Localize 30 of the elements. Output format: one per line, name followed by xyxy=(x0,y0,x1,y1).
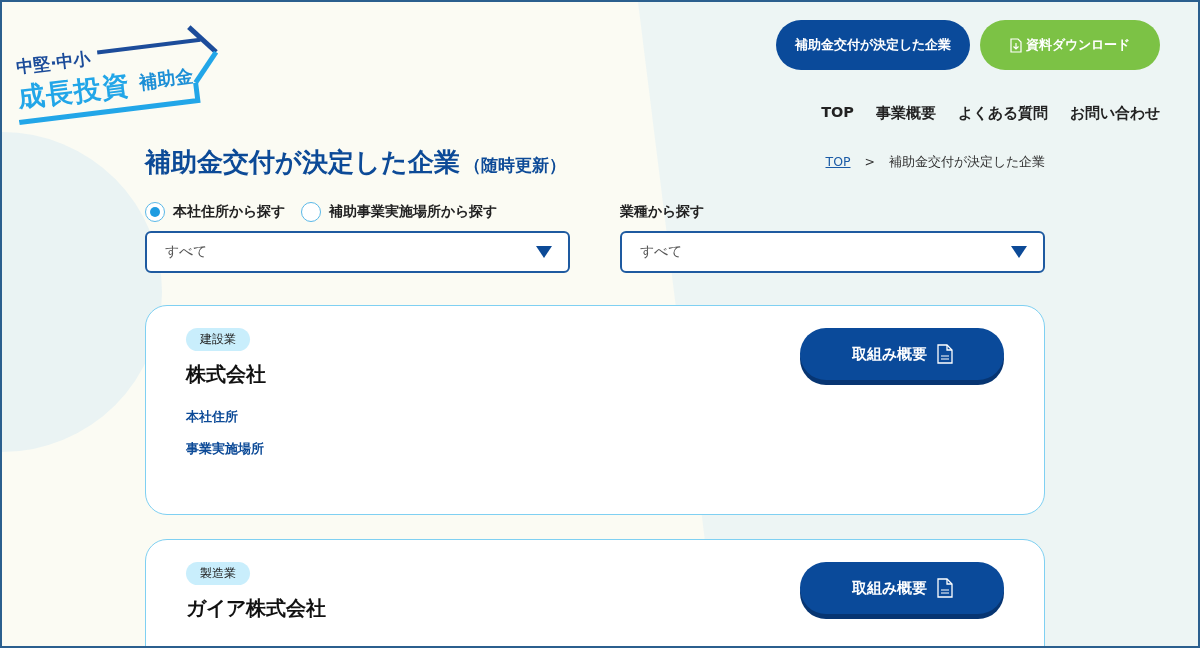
pdf-file-icon xyxy=(936,578,953,598)
radio-button[interactable] xyxy=(301,202,321,222)
page-title: 補助金交付が決定した企業 xyxy=(145,146,460,179)
radio-button[interactable] xyxy=(145,202,165,222)
company-name: 株式会社 xyxy=(186,361,266,388)
breadcrumb-link[interactable]: TOP xyxy=(825,154,851,171)
detail-label: 事業実施場所 xyxy=(186,440,264,458)
title-note: （随時更新） xyxy=(464,154,566,177)
logo-text: 補助金 xyxy=(137,64,195,95)
filter-label: 業種から探す xyxy=(620,202,705,221)
industry-tag: 製造業 xyxy=(186,562,250,585)
companies-button[interactable]: 補助金交付が決定した企業 xyxy=(776,20,970,70)
radio-label[interactable]: 補助事業実施場所から探す xyxy=(329,203,497,221)
nav-link[interactable]: お問い合わせ xyxy=(1070,104,1160,123)
caret-icon xyxy=(536,246,552,258)
nav-link[interactable]: よくある質問 xyxy=(958,104,1048,123)
caret-icon xyxy=(1011,246,1027,258)
area-select[interactable]: すべて xyxy=(145,231,570,273)
detail-label: 本社住所 xyxy=(186,408,238,426)
breadcrumb-separator: > xyxy=(864,154,875,171)
nav-link[interactable]: TOP xyxy=(821,104,854,123)
radio-label[interactable]: 本社住所から探す xyxy=(173,203,285,221)
nav-link[interactable]: 事業概要 xyxy=(876,104,936,123)
pdf-file-icon xyxy=(936,344,953,364)
logo-text: 中堅·中小 xyxy=(15,47,92,78)
breadcrumb-current: 補助金交付が決定した企業 xyxy=(889,154,1045,171)
industry-select[interactable]: すべて xyxy=(620,231,1045,273)
company-name: ガイア株式会社 xyxy=(186,595,326,622)
download-file-icon xyxy=(1010,37,1022,53)
industry-tag: 建設業 xyxy=(186,328,250,351)
